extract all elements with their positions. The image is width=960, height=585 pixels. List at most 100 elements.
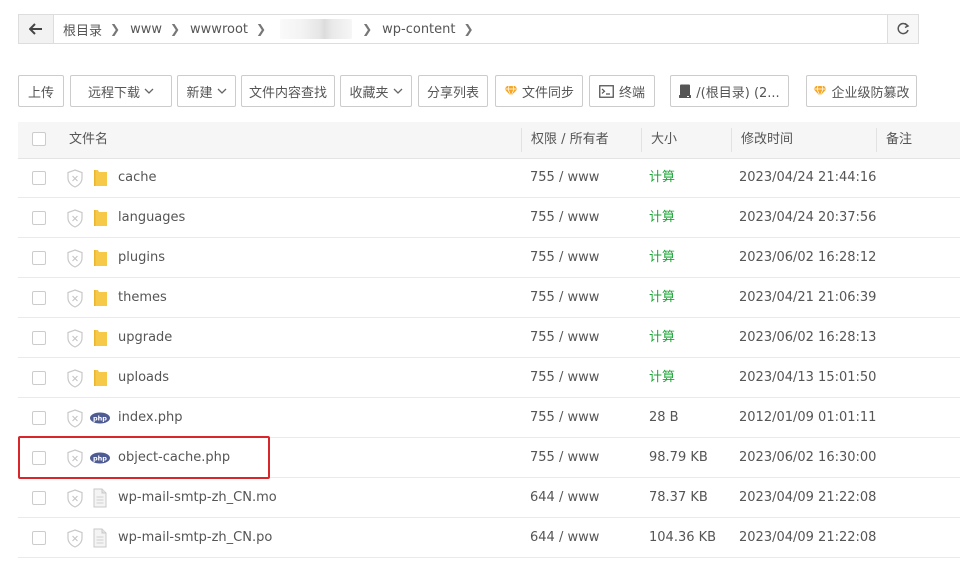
new-label: 新建: [186, 85, 213, 101]
svg-text:php: php: [93, 414, 107, 422]
folder-icon: [94, 330, 107, 346]
header-note: 备注: [886, 132, 913, 147]
table-row[interactable]: php index.php 755 / www 28 B 2012/01/09 …: [18, 398, 960, 438]
upload-label: 上传: [27, 85, 54, 101]
file-permission[interactable]: 755 / www: [530, 158, 599, 198]
table-row[interactable]: php object-cache.php 755 / www 98.79 KB …: [18, 438, 960, 478]
table-row[interactable]: languages 755 / www 计算 2023/04/24 20:37:…: [18, 198, 960, 238]
breadcrumb-wp-content[interactable]: wp-content: [382, 22, 455, 37]
file-name[interactable]: languages: [118, 198, 185, 238]
header-size[interactable]: 大小: [651, 122, 677, 158]
file-size: 28 B: [649, 410, 679, 425]
file-mtime: 2023/04/21 21:06:39: [739, 290, 877, 305]
shield-x-icon: [67, 529, 83, 548]
column-divider: [731, 128, 732, 152]
chevron-right-icon: ❯: [362, 22, 373, 36]
terminal-button[interactable]: 终端: [589, 75, 655, 107]
row-checkbox[interactable]: [32, 251, 46, 265]
breadcrumb-wwwroot[interactable]: wwwroot: [190, 22, 248, 37]
tamper-protect-button[interactable]: 企业级防篡改: [806, 75, 917, 107]
chevron-right-icon: ❯: [463, 22, 474, 36]
calc-size-link[interactable]: 计算: [649, 318, 675, 358]
arrow-left-icon: [29, 23, 42, 35]
shield-x-icon: [67, 489, 83, 508]
favorites-button[interactable]: 收藏夹: [340, 75, 412, 107]
file-sync-button[interactable]: 文件同步: [495, 75, 583, 107]
chevron-down-icon: [217, 88, 226, 94]
file-sync-label: 文件同步: [521, 85, 574, 101]
row-checkbox[interactable]: [32, 491, 46, 505]
file-name[interactable]: wp-mail-smtp-zh_CN.mo: [118, 478, 277, 518]
row-checkbox[interactable]: [32, 291, 46, 305]
table-row[interactable]: cache 755 / www 计算 2023/04/24 21:44:16: [18, 158, 960, 198]
file-name[interactable]: object-cache.php: [118, 438, 230, 478]
file-name[interactable]: plugins: [118, 238, 165, 278]
calc-size-link[interactable]: 计算: [649, 238, 675, 278]
file-name[interactable]: themes: [118, 278, 167, 318]
header-filename[interactable]: 文件名: [69, 122, 108, 158]
file-mtime: 2012/01/09 01:01:11: [739, 410, 877, 425]
breadcrumb: 根目录 ❯ www ❯ wwwroot ❯ ❯ wp-content ❯: [63, 15, 484, 43]
file-permission[interactable]: 644 / www: [530, 478, 599, 518]
table-row[interactable]: wp-mail-smtp-zh_CN.po 644 / www 104.36 K…: [18, 518, 960, 558]
chevron-right-icon: ❯: [256, 22, 267, 36]
file-permission[interactable]: 755 / www: [530, 238, 599, 278]
share-list-button[interactable]: 分享列表: [418, 75, 488, 107]
file-size: 78.37 KB: [649, 490, 708, 505]
new-button[interactable]: 新建: [177, 75, 236, 107]
calc-size-link[interactable]: 计算: [649, 158, 675, 198]
header-permission[interactable]: 权限 / 所有者: [531, 122, 609, 158]
breadcrumb-root[interactable]: 根目录: [63, 20, 102, 39]
breadcrumb-www[interactable]: www: [130, 22, 162, 37]
file-permission[interactable]: 755 / www: [530, 398, 599, 438]
calc-size-link[interactable]: 计算: [649, 358, 675, 398]
file-name[interactable]: wp-mail-smtp-zh_CN.po: [118, 518, 272, 558]
refresh-icon: [897, 22, 910, 35]
file-permission[interactable]: 644 / www: [530, 518, 599, 558]
header-modified[interactable]: 修改时间: [741, 122, 793, 158]
file-permission[interactable]: 755 / www: [530, 358, 599, 398]
content-search-label: 文件内容查找: [248, 85, 327, 101]
calc-size-link[interactable]: 计算: [649, 198, 675, 238]
table-row[interactable]: upgrade 755 / www 计算 2023/06/02 16:28:13: [18, 318, 960, 358]
breadcrumb-redacted[interactable]: [280, 19, 353, 39]
row-checkbox[interactable]: [32, 211, 46, 225]
row-checkbox[interactable]: [32, 411, 46, 425]
calc-size-link[interactable]: 计算: [649, 278, 675, 318]
shield-x-icon: [67, 329, 83, 348]
select-all-checkbox[interactable]: [32, 132, 46, 146]
content-search-button[interactable]: 文件内容查找: [241, 75, 335, 107]
file-name[interactable]: uploads: [118, 358, 169, 398]
php-icon: php: [90, 412, 110, 424]
upload-button[interactable]: 上传: [18, 75, 64, 107]
disk-icon: [679, 84, 692, 98]
file-permission[interactable]: 755 / www: [530, 198, 599, 238]
file-name[interactable]: upgrade: [118, 318, 172, 358]
row-checkbox[interactable]: [32, 171, 46, 185]
shield-x-icon: [67, 369, 83, 388]
row-checkbox[interactable]: [32, 331, 46, 345]
disk-button[interactable]: /(根目录) (2...: [670, 75, 789, 107]
row-checkbox[interactable]: [32, 451, 46, 465]
file-mtime: 2023/04/24 20:37:56: [739, 210, 877, 225]
shield-x-icon: [67, 409, 83, 428]
file-mtime: 2023/04/09 21:22:08: [739, 530, 877, 545]
file-permission[interactable]: 755 / www: [530, 318, 599, 358]
remote-download-button[interactable]: 远程下载: [70, 75, 172, 107]
table-row[interactable]: plugins 755 / www 计算 2023/06/02 16:28:12: [18, 238, 960, 278]
table-row[interactable]: uploads 755 / www 计算 2023/04/13 15:01:50: [18, 358, 960, 398]
file-name[interactable]: index.php: [118, 398, 182, 438]
row-checkbox[interactable]: [32, 531, 46, 545]
column-divider: [521, 128, 522, 152]
refresh-button[interactable]: [887, 15, 918, 43]
table-row[interactable]: wp-mail-smtp-zh_CN.mo 644 / www 78.37 KB…: [18, 478, 960, 518]
table-row[interactable]: themes 755 / www 计算 2023/04/21 21:06:39: [18, 278, 960, 318]
file-permission[interactable]: 755 / www: [530, 278, 599, 318]
column-divider: [641, 128, 642, 152]
file-permission[interactable]: 755 / www: [530, 438, 599, 478]
remote-download-label: 远程下载: [87, 85, 140, 101]
file-name[interactable]: cache: [118, 158, 157, 198]
column-divider: [876, 128, 877, 152]
back-button[interactable]: [19, 15, 54, 43]
row-checkbox[interactable]: [32, 371, 46, 385]
